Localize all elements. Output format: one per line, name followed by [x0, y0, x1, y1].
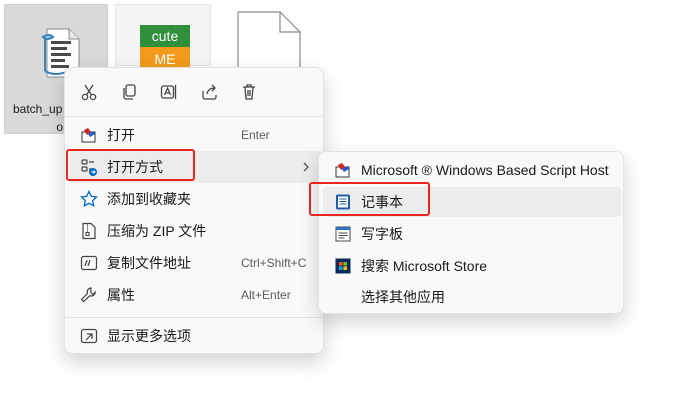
- store-icon: [335, 258, 351, 274]
- rename-icon: [160, 85, 177, 99]
- menu-item-shortcut: Ctrl+Shift+C: [241, 256, 307, 270]
- submenu-item-script-host[interactable]: Microsoft ® Windows Based Script Host: [323, 155, 621, 185]
- cuteme-icon-top: cute: [140, 25, 190, 47]
- submenu-item-wordpad[interactable]: 写字板: [323, 219, 621, 249]
- cut-button[interactable]: [77, 80, 101, 104]
- more-options-icon: [80, 328, 98, 344]
- blank-document-icon[interactable]: [236, 10, 302, 72]
- menu-item-copy-path[interactable]: 复制文件地址 Ctrl+Shift+C: [69, 247, 321, 279]
- open-with-submenu: Microsoft ® Windows Based Script Host 记事…: [318, 151, 624, 314]
- copy-path-icon: [80, 255, 98, 271]
- menu-item-compress-zip[interactable]: 压缩为 ZIP 文件: [69, 215, 321, 247]
- trash-icon: [243, 84, 255, 100]
- menu-item-open[interactable]: 打开 Enter: [69, 119, 321, 151]
- submenu-item-label: Microsoft ® Windows Based Script Host: [361, 162, 609, 178]
- rename-button[interactable]: [157, 80, 181, 104]
- script-host-icon: [335, 163, 350, 178]
- menu-item-label: 压缩为 ZIP 文件: [107, 223, 207, 239]
- submenu-item-label: 选择其他应用: [361, 289, 445, 305]
- file-name-line1: batch_up: [13, 102, 63, 116]
- separator: [65, 116, 323, 117]
- share-icon: [202, 84, 217, 100]
- menu-item-shortcut: Enter: [241, 128, 270, 142]
- submenu-item-label: 搜索 Microsoft Store: [361, 258, 488, 274]
- submenu-item-choose-other[interactable]: 选择其他应用: [323, 282, 621, 312]
- context-menu: 打开 Enter 打开方式 添加到收藏夹 压缩为 ZIP 文件 复制文件地址 C…: [64, 67, 324, 354]
- quick-actions-bar: [65, 68, 323, 116]
- menu-item-label: 显示更多选项: [107, 328, 191, 344]
- script-host-icon: [81, 128, 96, 143]
- delete-button[interactable]: [237, 80, 261, 104]
- copy-button[interactable]: [117, 80, 141, 104]
- zip-icon: [82, 222, 96, 240]
- menu-item-more-options[interactable]: 显示更多选项: [69, 320, 321, 352]
- menu-item-label: 复制文件地址: [107, 255, 191, 271]
- menu-item-label: 打开: [107, 127, 135, 143]
- file-item-cuteme[interactable]: cute ME: [115, 4, 211, 71]
- cuteme-icon: cute ME: [140, 25, 190, 71]
- submenu-item-label: 写字板: [361, 226, 403, 242]
- copy-icon: [123, 84, 136, 100]
- highlight-notepad: [309, 182, 430, 216]
- separator: [65, 317, 323, 318]
- menu-item-add-favorites[interactable]: 添加到收藏夹: [69, 183, 321, 215]
- menu-item-shortcut: Alt+Enter: [241, 288, 291, 302]
- chevron-right-icon: [303, 162, 309, 172]
- scissors-icon: [81, 84, 97, 101]
- menu-item-label: 添加到收藏夹: [107, 191, 191, 207]
- share-button[interactable]: [197, 80, 221, 104]
- wrench-icon: [80, 287, 96, 303]
- submenu-item-store[interactable]: 搜索 Microsoft Store: [323, 251, 621, 281]
- menu-item-label: 属性: [107, 287, 135, 303]
- wordpad-icon: [335, 226, 351, 242]
- menu-item-properties[interactable]: 属性 Alt+Enter: [69, 279, 321, 311]
- star-icon: [80, 190, 98, 208]
- highlight-open-with: [66, 149, 195, 181]
